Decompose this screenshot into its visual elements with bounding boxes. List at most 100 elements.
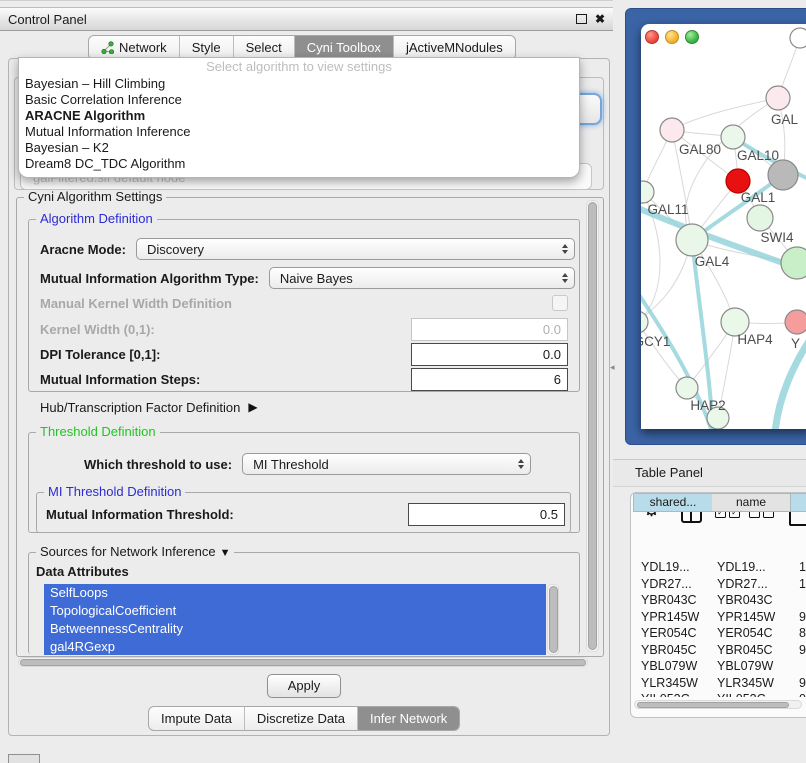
attribute-item[interactable]: gal4RGexp (44, 638, 546, 655)
node-label: GAL (771, 112, 799, 127)
aracne-mode-row: Aracne Mode: Discovery (40, 237, 575, 261)
network-view-frame[interactable]: GAL GAL80 GAL10 GAL11 GAL1 SWI4 GAL4 HAP… (625, 8, 806, 445)
tab-infer-network[interactable]: Infer Network (357, 707, 459, 730)
kernel-width-field[interactable]: 0.0 (411, 318, 568, 341)
manual-kernel-width-row: Manual Kernel Width Definition (40, 294, 568, 312)
node-gal4 (676, 224, 708, 256)
node-table-panel: ⚙ ✓✓ shared... name A YDL19...YDL19...13… (630, 492, 806, 718)
table-row[interactable]: YER054CYER054C8. (633, 625, 806, 642)
cyni-bottom-tabbar: Impute Data Discretize Data Infer Networ… (148, 706, 460, 731)
which-threshold-value: MI Threshold (253, 457, 329, 472)
table-panel-titlebar[interactable]: Table Panel (613, 459, 806, 487)
mi-threshold-field[interactable]: 0.5 (408, 503, 565, 526)
node-salmon (785, 310, 806, 334)
column-header-partial[interactable]: A (790, 493, 806, 512)
which-threshold-row: Which threshold to use: MI Threshold (84, 452, 531, 476)
mi-algorithm-type-value: Naive Bayes (280, 271, 353, 286)
table-row[interactable]: YIL052CYIL052C0. (633, 691, 806, 697)
attribute-item[interactable]: BetweennessCentrality (44, 620, 546, 638)
table-hscrollbar-track[interactable] (634, 700, 802, 709)
network-window[interactable]: GAL GAL80 GAL10 GAL11 GAL1 SWI4 GAL4 HAP… (641, 24, 806, 429)
dropdown-item-aracne[interactable]: ARACNE Algorithm (19, 108, 579, 124)
node-label: GAL80 (679, 142, 721, 157)
stepper-icon (518, 459, 524, 469)
dpi-tolerance-field[interactable]: 0.0 (411, 343, 568, 366)
node (790, 28, 806, 48)
table-row[interactable]: YBR045CYBR045C9. (633, 642, 806, 659)
mi-steps-label: Mutual Information Steps: (40, 372, 200, 387)
mi-algorithm-type-row: Mutual Information Algorithm Type: Naive… (40, 266, 575, 290)
hub-tf-definition-label: Hub/Transcription Factor Definition (40, 400, 240, 415)
expanded-arrow-icon: ▼ (220, 547, 231, 559)
attribute-item[interactable]: TopologicalCoefficient (44, 602, 546, 620)
table-row[interactable]: YPR145WYPR145W9. (633, 609, 806, 626)
node-hap2 (676, 377, 698, 399)
node-gray (768, 160, 798, 190)
attribute-item[interactable]: SelfLoops (44, 584, 546, 602)
table-row[interactable]: YLR345WYLR345W9. (633, 675, 806, 692)
node-gal (766, 86, 790, 110)
table-panel-title: Table Panel (635, 465, 703, 480)
tab-style[interactable]: Style (179, 36, 233, 59)
table-row[interactable]: YDL19...YDL19...13 (633, 559, 806, 576)
panel-splitter-handle[interactable]: ◂ (610, 362, 615, 373)
dropdown-item[interactable]: Bayesian – K2 (19, 140, 579, 156)
dropdown-item[interactable]: Bayesian – Hill Climbing (19, 76, 579, 92)
dropdown-item[interactable]: Dream8 DC_TDC Algorithm (19, 156, 579, 172)
dpi-tolerance-row: DPI Tolerance [0,1]: 0.0 (40, 343, 568, 365)
apply-button[interactable]: Apply (267, 674, 341, 698)
window-title: Control Panel (8, 12, 87, 27)
window-top-edge (0, 0, 613, 1)
desktop: Control Panel ✖ Network Style Select Cyn… (0, 0, 806, 762)
dropdown-item[interactable]: Mutual Information Inference (19, 124, 579, 140)
mi-algorithm-type-combobox[interactable]: Naive Bayes (269, 267, 575, 289)
column-header-name[interactable]: name (712, 493, 791, 512)
node-label: HAP4 (737, 332, 773, 347)
collapsed-arrow-icon: ▶ (248, 400, 257, 414)
tab-impute-data[interactable]: Impute Data (149, 707, 244, 730)
table-rows: YDL19...YDL19...13 YDR27...YDR27...12 YB… (633, 559, 806, 697)
tab-discretize-data[interactable]: Discretize Data (244, 707, 357, 730)
column-header-shared-name[interactable]: shared... (633, 493, 713, 512)
node-label: Y (791, 336, 800, 351)
which-threshold-combobox[interactable]: MI Threshold (242, 453, 531, 475)
node-gal10 (721, 125, 745, 149)
node-label: HAP2 (690, 398, 725, 413)
data-attributes-label: Data Attributes (36, 564, 129, 579)
node-label: GAL1 (741, 190, 776, 205)
aracne-mode-combobox[interactable]: Discovery (136, 238, 575, 260)
settings-hscrollbar-thumb[interactable] (20, 659, 586, 666)
tab-network-label: Network (119, 37, 167, 59)
tab-network[interactable]: Network (89, 36, 179, 59)
kernel-width-label: Kernel Width (0,1): (40, 322, 155, 337)
node-label: GCY1 (641, 334, 670, 349)
node-label: GAL11 (647, 202, 688, 217)
minimize-traffic-light-icon[interactable] (665, 30, 679, 44)
close-traffic-light-icon[interactable] (645, 30, 659, 44)
algorithm-dropdown-popup: Select algorithm to view settings Bayesi… (18, 57, 580, 178)
dropdown-item[interactable]: Basic Correlation Inference (19, 92, 579, 108)
manual-kernel-width-checkbox[interactable] (552, 295, 568, 311)
mi-algorithm-type-label: Mutual Information Algorithm Type: (40, 271, 259, 286)
zoom-traffic-light-icon[interactable] (685, 30, 699, 44)
tab-cyni-toolbox[interactable]: Cyni Toolbox (294, 36, 393, 59)
float-window-icon[interactable] (576, 14, 587, 24)
mi-threshold-definition-title: MI Threshold Definition (44, 485, 185, 499)
network-graph[interactable]: GAL GAL80 GAL10 GAL11 GAL1 SWI4 GAL4 HAP… (641, 24, 806, 429)
table-row[interactable]: YBL079WYBL079W (633, 658, 806, 675)
mi-steps-field[interactable]: 6 (411, 368, 568, 391)
mi-threshold-label: Mutual Information Threshold: (46, 507, 234, 522)
hub-tf-definition-toggle[interactable]: Hub/Transcription Factor Definition ▶ (40, 398, 258, 416)
sources-group-title[interactable]: Sources for Network Inference▼ (36, 545, 234, 560)
dropdown-placeholder: Select algorithm to view settings (19, 58, 579, 76)
stepper-icon (562, 244, 568, 254)
close-window-icon[interactable]: ✖ (595, 13, 605, 25)
tab-jactivemnodules[interactable]: jActiveMNodules (393, 36, 515, 59)
table-row[interactable]: YBR043CYBR043C (633, 592, 806, 609)
table-row[interactable]: YDR27...YDR27...12 (633, 576, 806, 593)
table-hscrollbar-thumb[interactable] (637, 702, 789, 708)
control-panel-titlebar[interactable]: Control Panel ✖ (0, 7, 613, 31)
mi-threshold-row: Mutual Information Threshold: 0.5 (46, 503, 565, 525)
data-attributes-list[interactable]: SelfLoops TopologicalCoefficient Between… (44, 584, 546, 655)
tab-select[interactable]: Select (233, 36, 294, 59)
